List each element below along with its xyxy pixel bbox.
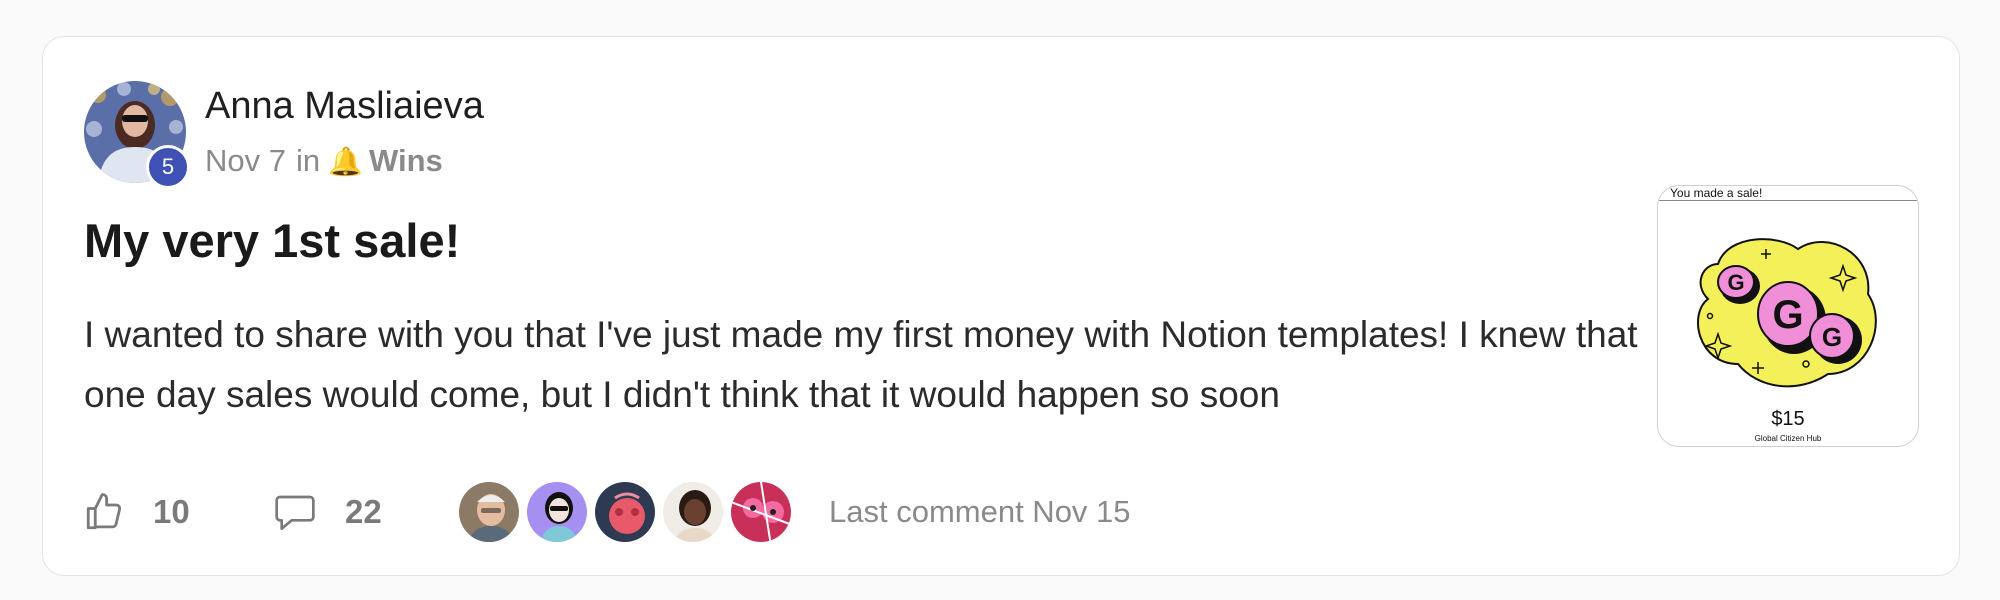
- comments-button[interactable]: 22: [273, 492, 457, 532]
- thumbnail-header: You made a sale!: [1658, 186, 1918, 201]
- thumbs-up-icon: [86, 493, 122, 530]
- category-link[interactable]: Wins: [369, 143, 443, 179]
- comment-icon: [275, 495, 315, 530]
- participant-avatars[interactable]: [457, 480, 797, 544]
- svg-text:G: G: [1727, 270, 1744, 295]
- post-title[interactable]: My very 1st sale!: [84, 213, 460, 268]
- participant-avatar[interactable]: [525, 480, 589, 544]
- post-body[interactable]: I wanted to share with you that I've jus…: [84, 305, 1644, 425]
- author-name[interactable]: Anna Masliaieva: [205, 85, 484, 128]
- like-button[interactable]: 10: [83, 491, 273, 533]
- thumbnail-price: $15: [1771, 408, 1805, 430]
- participant-avatar[interactable]: [457, 480, 521, 544]
- post-date[interactable]: Nov 7: [205, 143, 286, 179]
- post-footer: 10 22 Last comment Nov 15: [83, 477, 1131, 547]
- participant-avatar[interactable]: [661, 480, 725, 544]
- comment-count: 22: [345, 493, 382, 530]
- post-meta: Nov 7 in 🔔 Wins: [205, 143, 443, 179]
- svg-text:G: G: [1772, 293, 1803, 337]
- bell-icon: 🔔: [328, 145, 363, 177]
- participant-avatar[interactable]: [729, 480, 793, 544]
- like-count: 10: [153, 493, 190, 530]
- coins-sticker-image: G G G: [1697, 238, 1877, 388]
- thumbnail-store-name: Global Citizen Hub: [1754, 434, 1822, 443]
- participant-avatar[interactable]: [593, 480, 657, 544]
- svg-text:G: G: [1822, 322, 1842, 352]
- post-card[interactable]: 5 Anna Masliaieva Nov 7 in 🔔 Wins My ver…: [42, 36, 1960, 576]
- in-label: in: [295, 143, 321, 178]
- attachment-thumbnail[interactable]: You made a sale! G G G $15 Global Citize…: [1657, 185, 1919, 447]
- author-avatar[interactable]: 5: [84, 81, 190, 189]
- level-badge: 5: [146, 145, 190, 189]
- last-comment-date[interactable]: Last comment Nov 15: [829, 494, 1131, 530]
